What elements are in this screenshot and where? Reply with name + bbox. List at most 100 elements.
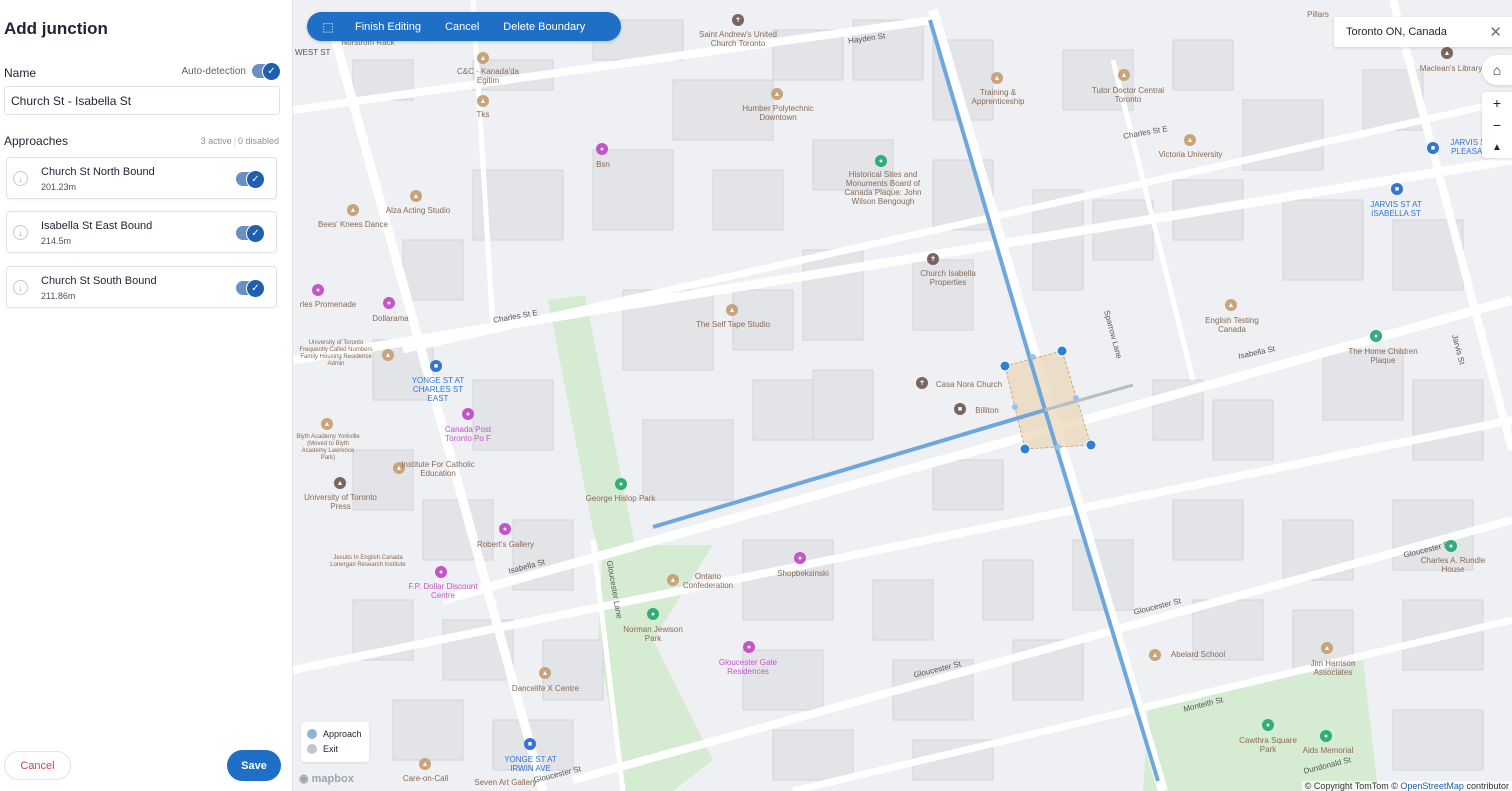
place-label: Charles A. Rundle House [1420,556,1486,574]
building-icon: ■ [954,403,966,415]
place-label: Seven Art Gallery [474,778,537,787]
school-icon: ▲ [726,304,738,316]
approach-toggle[interactable]: ✓ [236,279,265,298]
place-label: Jim Harrison Associates [1310,659,1356,677]
approach-toggle[interactable]: ✓ [236,170,265,189]
monument-icon: ● [875,155,887,167]
approach-card[interactable]: ↓ Isabella St East Bound 214.5m ✓ [6,211,277,253]
location-search[interactable]: Toronto ON, Canada ✕ [1334,17,1512,47]
attribution-suffix: contributor [1466,781,1509,791]
auto-detection-toggle[interactable]: ✓ [252,62,281,81]
place-label: English Testing Canada [1205,316,1259,334]
approach-card[interactable]: ↓ Church St North Bound 201.23m ✓ [6,157,277,199]
school-icon: ▲ [1184,134,1196,146]
approach-distance: 214.5m [41,236,72,246]
place-label: Abelard School [1170,650,1226,659]
place-label: Historical Sites and Monuments Board of … [844,170,922,206]
church-icon: ✝ [732,14,744,26]
home-button[interactable]: ⌂ [1482,55,1512,85]
cancel-button[interactable]: Cancel [4,751,71,780]
edit-toolbar: ⬚ Finish Editing Cancel Delete Boundary [307,12,621,41]
panel-title: Add junction [4,19,108,38]
school-icon: ▲ [1225,299,1237,311]
legend-approach-label: Approach [323,729,362,739]
boundary-edit-icon: ⬚ [322,19,334,34]
zoom-in-button[interactable]: + [1482,92,1512,114]
place-label: University of Toronto Press [304,493,377,511]
school-icon: ▲ [991,72,1003,84]
place-label: Casa Nora Church [935,380,1003,389]
place-label: Bsn [596,160,610,169]
map-canvas[interactable]: Hayden St Charles St E Charles St E Isab… [293,0,1512,791]
check-icon: ✓ [246,170,265,189]
place-label: Church Isabella Properties [920,269,976,287]
junction-panel: Add junction Name Auto-detection ✓ Appro… [0,0,293,791]
check-icon: ✓ [246,224,265,243]
place-label: Humber Polytechnic Downtown [742,104,814,122]
place-label: Blyth Academy Yorkville (Moved to Blyth … [296,434,360,461]
save-button[interactable]: Save [227,750,281,781]
shop-icon: ● [743,641,755,653]
school-icon: ▲ [382,349,394,361]
place-label: Aids Memorial [1302,746,1354,755]
check-icon: ✓ [246,279,265,298]
arrow-down-icon: ↓ [13,171,28,186]
place-label: Dancelife X Centre [511,684,580,693]
zoom-out-button[interactable]: − [1482,114,1512,136]
approach-name: Isabella St East Bound [41,220,153,232]
shop-icon: ● [794,552,806,564]
park-icon: ● [647,608,659,620]
place-label: Tutor Doctor Central Toronto [1091,86,1165,104]
finish-editing-button[interactable]: Finish Editing [343,21,433,33]
mapbox-logo: ◉ mapbox [299,773,354,785]
place-label: Gloucester Gate Residences [718,658,778,676]
disabled-count: 0 disabled [237,136,279,146]
shop-icon: ● [312,284,324,296]
junction-name-input[interactable] [4,86,280,115]
close-icon[interactable]: ✕ [1489,23,1502,41]
approach-swatch [307,729,317,739]
place-label: Training & Apprenticeship [971,88,1025,106]
bus-stop-icon: ■ [1391,183,1403,195]
place-label: Billiton [975,406,999,415]
legend-exit: Exit [307,744,338,754]
street-label: WEST ST [295,48,331,57]
place-label: Jesuits In English Canada Lonergan Resea… [330,555,406,568]
place-label: Ontario Confederation [682,572,734,590]
toolbar-cancel-button[interactable]: Cancel [433,21,491,33]
approach-distance: 211.86m [41,291,76,301]
place-label: YONGE ST AT CHARLES ST EAST [411,376,465,403]
school-icon: ▲ [1149,649,1161,661]
exit-swatch [307,744,317,754]
compass-button[interactable]: ▲ [1482,136,1512,158]
school-icon: ▲ [1321,642,1333,654]
map-legend: Approach Exit [301,722,369,762]
bus-stop-icon: ■ [1427,142,1439,154]
osm-link[interactable]: OpenStreetMap [1400,781,1464,791]
church-icon: ✝ [927,253,939,265]
shop-icon: ● [383,297,395,309]
approach-card[interactable]: ↓ Church St South Bound 211.86m ✓ [6,266,277,308]
place-label: Alza Acting Studio [385,206,451,215]
legend-approach: Approach [307,729,362,739]
place-label: YONGE ST AT IRWIN AVE [504,755,557,773]
stats-separator: | [233,136,236,146]
delete-boundary-button[interactable]: Delete Boundary [491,21,597,33]
auto-detection: Auto-detection ✓ [181,62,281,81]
monument-icon: ● [1320,730,1332,742]
post-office-icon: ● [462,408,474,420]
approaches-label: Approaches [4,134,69,148]
school-icon: ▲ [410,190,422,202]
mapbox-text: mapbox [311,773,354,785]
approach-distance: 201.23m [41,182,77,192]
school-icon: ▲ [771,88,783,100]
park-icon: ● [615,478,627,490]
shop-icon: ● [435,566,447,578]
place-label: C&C - Kanada'da Egitim [456,67,519,85]
place-label: Maclean's Library [1419,64,1483,73]
auto-detection-label: Auto-detection [181,65,247,77]
attribution: © Copyright TomTom © OpenStreetMap contr… [1301,781,1512,791]
approach-toggle[interactable]: ✓ [236,224,265,243]
monument-icon: ● [1370,330,1382,342]
name-label: Name [4,66,37,80]
